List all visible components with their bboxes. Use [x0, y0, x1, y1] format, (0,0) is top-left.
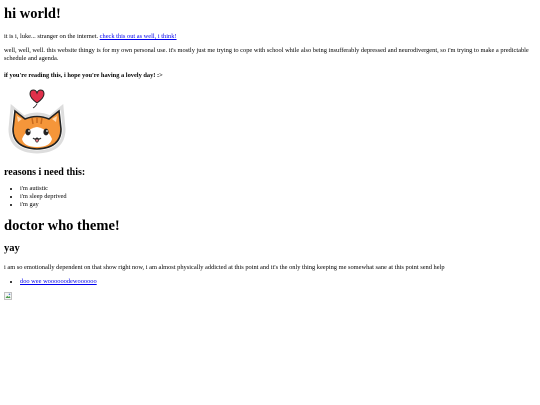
broken-image-icon — [4, 292, 12, 300]
page-title: hi world! — [4, 6, 61, 22]
hope-message: if you're reading this, i hope you're ha… — [4, 72, 163, 79]
doctor-who-text: i am so emotionally dependent on that sh… — [4, 264, 445, 271]
intro-link[interactable]: check this out as well, i think! — [100, 33, 177, 40]
intro-paragraph: it is i, luke... stranger on the interne… — [4, 33, 177, 40]
doo-wee-link[interactable]: doo wee woooooodewoooooo — [20, 278, 97, 285]
list-item: i'm autistic — [20, 185, 67, 193]
reasons-list: i'm autistic i'm sleep deprived i'm gay — [4, 185, 67, 208]
links-list: doo wee woooooodewoooooo — [4, 278, 97, 285]
description-paragraph: well, well, well. this website thingy is… — [4, 47, 529, 62]
cat-with-heart-icon — [8, 89, 66, 154]
reasons-heading: reasons i need this: — [4, 167, 86, 178]
list-item: i'm gay — [20, 201, 67, 209]
intro-text: it is i, luke... stranger on the interne… — [4, 33, 100, 40]
yay-subheading: yay — [4, 243, 20, 254]
list-item: i'm sleep deprived — [20, 193, 67, 201]
doctor-who-heading: doctor who theme! — [4, 218, 120, 234]
list-item: doo wee woooooodewoooooo — [20, 278, 97, 285]
